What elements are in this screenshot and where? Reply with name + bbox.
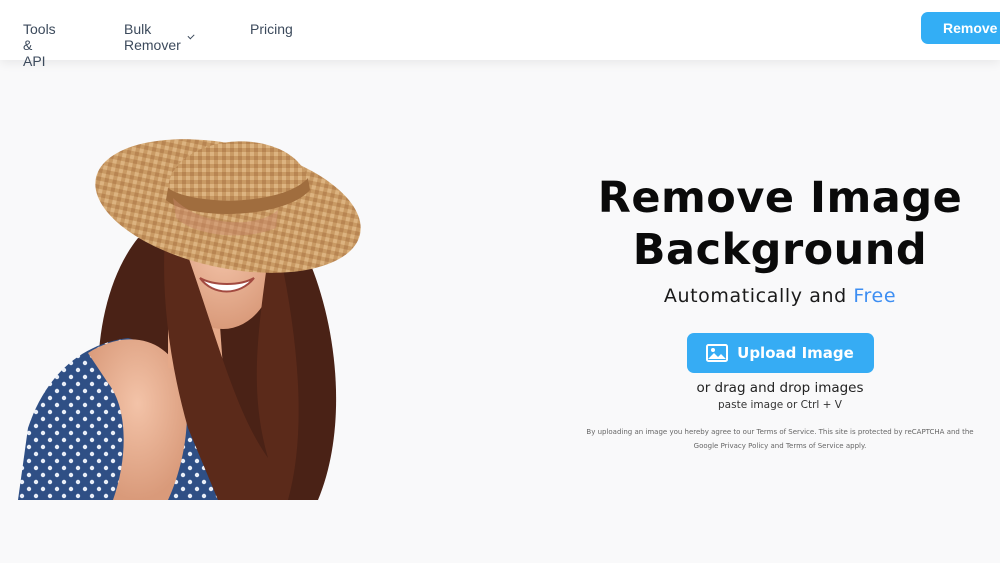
site-header: Tools & API Bulk Remover Pricing Remove …: [0, 0, 1000, 69]
nav-pricing-label: Pricing: [250, 21, 293, 37]
image-icon: [706, 344, 729, 362]
hero-title-line-1: Remove Image: [597, 173, 963, 223]
hero-woman-image: [18, 139, 361, 500]
hero-content: Remove Image Background Automatically an…: [580, 172, 980, 453]
subtitle-free: Free: [853, 285, 897, 307]
legal-text-3: and: [768, 442, 786, 450]
upload-image-label: Upload Image: [737, 344, 854, 362]
hero-title-line-2: Background: [632, 225, 928, 275]
nav-tools-api-label: Tools & API: [23, 21, 56, 69]
terms-of-service-link[interactable]: Terms of Service: [757, 428, 815, 436]
subtitle-main: Automatically and: [663, 285, 854, 307]
paste-hint: paste image or Ctrl + V: [718, 399, 842, 411]
google-terms-link[interactable]: Terms of Service: [786, 442, 844, 450]
nav-bulk-remover[interactable]: Bulk Remover: [124, 21, 196, 53]
nav-bulk-remover-label: Bulk Remover: [124, 21, 181, 53]
nav-tools-api[interactable]: Tools & API: [23, 21, 56, 69]
legal-text-4: apply.: [843, 442, 867, 450]
upload-image-button[interactable]: Upload Image: [686, 333, 874, 373]
remove-background-button[interactable]: Remove Background: [921, 12, 1000, 44]
hero-subtitle: Automatically and Free: [580, 285, 980, 307]
legal-text-1: By uploading an image you hereby agree t…: [586, 428, 757, 436]
legal-notice: By uploading an image you hereby agree t…: [580, 425, 980, 453]
nav-pricing[interactable]: Pricing: [250, 21, 293, 37]
chevron-down-icon: [187, 31, 196, 40]
privacy-policy-link[interactable]: Privacy Policy: [721, 442, 769, 450]
drag-drop-text: or drag and drop images: [696, 380, 864, 396]
hero-title: Remove Image Background: [580, 172, 980, 276]
